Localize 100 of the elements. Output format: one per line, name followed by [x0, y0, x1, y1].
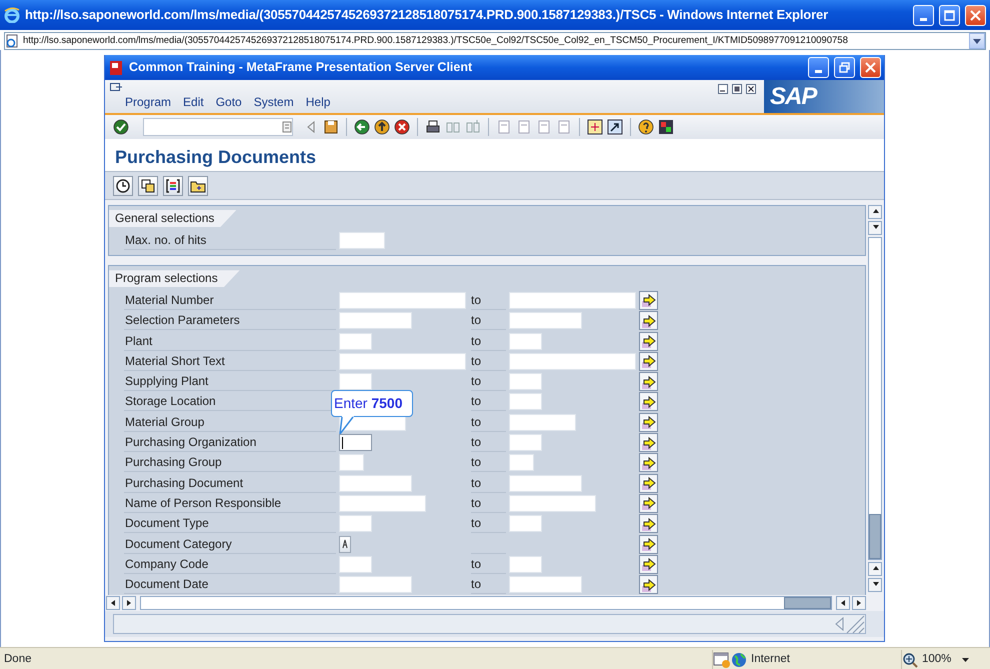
multiple-selection-button[interactable]: [639, 392, 658, 412]
field-label: Selection Parameters: [124, 311, 336, 330]
scroll-up-button[interactable]: [868, 205, 882, 219]
arrow-icon: [640, 394, 656, 410]
help-icon[interactable]: [638, 119, 654, 135]
window-title: Common Training - MetaFrame Presentation Server Client: [129, 59, 474, 76]
logo: SAP: [764, 80, 884, 113]
scroll-left-button[interactable]: [836, 596, 850, 610]
field-label: Name of Person Responsible: [124, 494, 336, 513]
save-icon[interactable]: [323, 119, 339, 135]
address-field[interactable]: http://lso.saponeworld.com/lms/media/(3055704425745269372128518075174.PRD.900.1587129383.)/TSC50e_Col92/TSC50e_Col92_en_TSCM50_Procurement_I/KTMID5098977091210090758: [4, 32, 986, 50]
field-label: Purchasing Organization: [124, 433, 336, 452]
arrow-icon: [640, 576, 656, 593]
triangle-icon: [110, 599, 116, 607]
screen-title: Purchasing Documents: [105, 139, 884, 172]
scroll-right-button[interactable]: [122, 596, 136, 610]
print-icon[interactable]: [425, 119, 441, 135]
back-icon[interactable]: [354, 119, 370, 135]
multiple-selection-button[interactable]: [639, 311, 658, 330]
scroll-right-button[interactable]: [852, 596, 866, 610]
multiple-selection-button[interactable]: [639, 554, 658, 574]
multiple-selection-button[interactable]: [639, 412, 658, 432]
dropdown-button[interactable]: [969, 33, 985, 49]
status-text: Done: [3, 652, 32, 667]
menu-item[interactable]: Edit: [183, 93, 204, 113]
menu-item[interactable]: System: [254, 93, 294, 113]
restore-icon[interactable]: [732, 84, 742, 94]
close-button[interactable]: [860, 57, 881, 78]
toolbar-button[interactable]: [138, 176, 158, 196]
scrollbar-track[interactable]: [868, 237, 882, 560]
range-label: to: [471, 433, 506, 452]
window-title: http://lso.saponeworld.com/lms/media/(3055704425745269372128518075174.PRD.900.1587129383.)/TSC5 - Windows Internet Explorer: [25, 6, 830, 24]
menu-item[interactable]: Goto: [216, 93, 242, 113]
popup-blocked-icon: [713, 650, 731, 668]
restore-button[interactable]: [834, 57, 855, 78]
multiple-selection-button[interactable]: [639, 453, 658, 472]
range-label: to: [471, 290, 506, 310]
minimize-button[interactable]: [913, 4, 934, 26]
menu-icon[interactable]: [110, 83, 122, 93]
group-title: Program selections: [109, 270, 240, 288]
multiple-selection-button[interactable]: [639, 575, 658, 594]
menu-item[interactable]: Program: [125, 93, 172, 113]
range-label: to: [471, 352, 506, 371]
layout-icon[interactable]: [658, 119, 674, 135]
shortcut-icon[interactable]: [607, 119, 623, 135]
close-icon: [865, 62, 876, 73]
triangle-icon: [840, 599, 846, 607]
scrollbar-thumb[interactable]: [784, 597, 831, 609]
new-window-icon[interactable]: [587, 119, 603, 135]
cancel-icon[interactable]: [394, 119, 410, 135]
scroll-down-button[interactable]: [868, 221, 882, 235]
minimize-button[interactable]: [808, 57, 829, 78]
app-icon: [108, 60, 124, 76]
scrollbar-track[interactable]: [140, 596, 832, 610]
field-label: Material Short Text: [124, 352, 336, 371]
multiple-selection-button[interactable]: [639, 372, 658, 392]
scroll-up-button[interactable]: [868, 562, 882, 576]
arrow-icon: [640, 434, 656, 451]
browser-logo-icon: [4, 7, 20, 23]
range-label: to: [471, 474, 506, 493]
arrow-icon: [640, 536, 656, 552]
toolbar-button[interactable]: [163, 176, 183, 196]
scroll-down-button[interactable]: [868, 578, 882, 592]
multiple-selection-button[interactable]: [639, 332, 658, 351]
checkmark-icon[interactable]: [113, 119, 129, 135]
multiple-selection-button[interactable]: [639, 514, 658, 534]
multiple-selection-button[interactable]: [639, 474, 658, 493]
minimize-icon[interactable]: [718, 84, 728, 94]
multiple-selection-button[interactable]: [639, 494, 658, 513]
maximize-button[interactable]: [939, 4, 960, 26]
scroll-left-button[interactable]: [106, 596, 120, 610]
close-button[interactable]: [965, 4, 986, 26]
arrow-icon: [640, 333, 656, 350]
dropdown-field[interactable]: [339, 536, 351, 552]
range-label: to: [471, 514, 506, 534]
multiple-selection-button[interactable]: [639, 352, 658, 371]
range-label: to: [471, 392, 506, 412]
zoom-level[interactable]: 100%: [922, 650, 962, 668]
multiple-selection-button[interactable]: [639, 433, 658, 452]
restore-icon: [839, 62, 850, 73]
toolbar-button[interactable]: [113, 176, 133, 196]
multiple-selection-button[interactable]: [639, 290, 658, 310]
caret-icon: [973, 38, 981, 44]
globe-icon: [731, 652, 747, 668]
field-label: Document Type: [124, 514, 336, 534]
zoom-icon[interactable]: [902, 652, 918, 668]
toolbar-button[interactable]: [188, 176, 208, 196]
close-icon[interactable]: [746, 84, 756, 94]
scrollbar-thumb[interactable]: [869, 514, 881, 559]
multiple-selection-button[interactable]: [639, 534, 658, 554]
command-field[interactable]: [143, 118, 293, 136]
field-label: Document Category: [124, 534, 336, 554]
field-label: Supplying Plant: [124, 372, 336, 392]
menu-item[interactable]: Help: [306, 93, 330, 113]
arrow-icon: [640, 516, 656, 532]
caret-icon[interactable]: [962, 658, 969, 662]
copy-icon: [140, 178, 156, 194]
close-icon: [970, 10, 981, 20]
arrow-icon: [640, 312, 656, 329]
exit-icon[interactable]: [374, 119, 390, 135]
